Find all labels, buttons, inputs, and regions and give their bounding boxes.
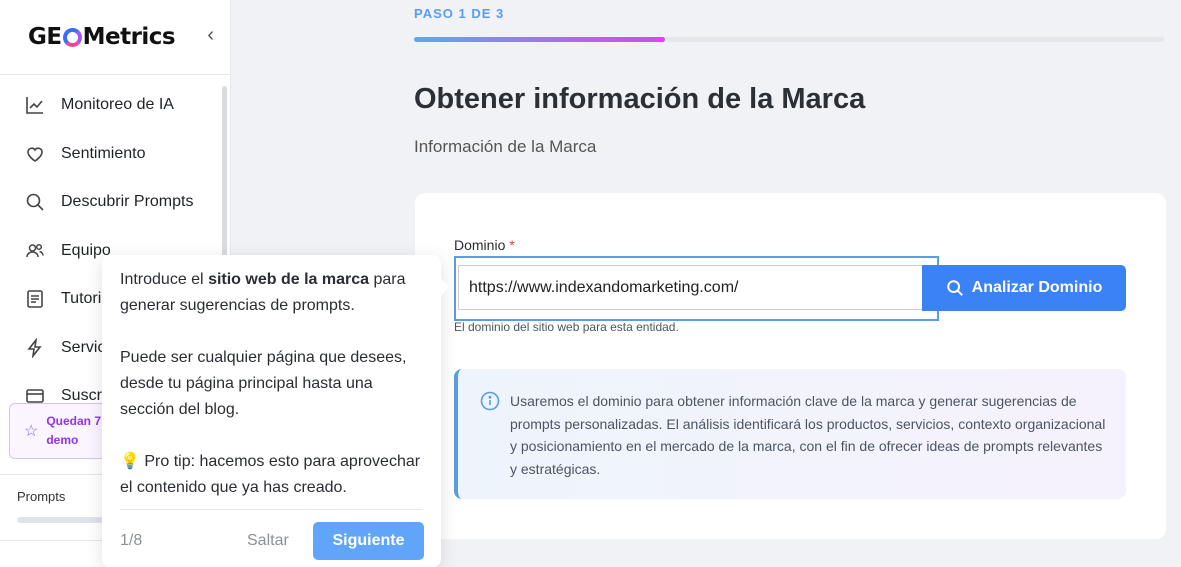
analyze-button-label: Analizar Dominio xyxy=(971,279,1103,296)
users-icon xyxy=(25,241,45,261)
domain-field-label: Dominio * xyxy=(454,237,515,253)
page-title: Obtener información de la Marca xyxy=(414,83,866,115)
bolt-icon xyxy=(25,337,45,358)
info-callout: Usaremos el dominio para obtener informa… xyxy=(454,369,1126,499)
app-logo[interactable]: GE Metrics xyxy=(28,24,176,50)
logo-o-icon xyxy=(62,27,82,47)
sidebar-item-label: Servic xyxy=(61,338,106,356)
info-text: Usaremos el dominio para obtener informa… xyxy=(510,393,1106,477)
divider xyxy=(120,509,423,510)
sidebar-item-label: Sentimiento xyxy=(61,144,146,162)
next-step-button[interactable]: Siguiente xyxy=(313,522,424,560)
tooltip-paragraph-1: Introduce el sitio web de la marca para … xyxy=(120,267,425,319)
tooltip-bold-text: sitio web de la marca xyxy=(208,271,370,288)
logo-text-right: Metrics xyxy=(82,24,176,50)
sidebar-item-label: Monitoreo de IA xyxy=(61,96,174,114)
search-icon xyxy=(946,280,963,296)
tooltip-text: Introduce el xyxy=(120,271,209,288)
tour-step-counter: 1/8 xyxy=(120,532,143,549)
step-indicator: PASO 1 DE 3 xyxy=(414,6,505,21)
domain-input[interactable] xyxy=(458,265,924,310)
document-icon xyxy=(25,289,45,309)
step-progress-fill xyxy=(414,37,665,42)
logo-row: GE Metrics ‹ xyxy=(0,0,230,75)
page-subtitle: Información de la Marca xyxy=(414,137,597,156)
onboarding-tooltip: Introduce el sitio web de la marca para … xyxy=(102,255,441,567)
tooltip-body: Introduce el sitio web de la marca para … xyxy=(120,267,425,501)
sidebar-item-sentimiento[interactable]: Sentimiento xyxy=(0,130,230,179)
chevron-left-icon[interactable]: ‹ xyxy=(207,24,214,47)
prompts-usage-bar xyxy=(17,517,107,523)
prompts-usage-label: Prompts xyxy=(17,489,66,504)
trending-chart-icon xyxy=(25,95,45,115)
tooltip-paragraph-3: 💡 Pro tip: hacemos esto para aprovechar … xyxy=(120,449,425,501)
sidebar-item-label: Descubrir Prompts xyxy=(61,193,194,211)
skip-tour-button[interactable]: Saltar xyxy=(247,532,289,550)
tooltip-paragraph-2: Puede ser cualquier página que desees, d… xyxy=(120,349,407,418)
analyze-domain-button[interactable]: Analizar Dominio xyxy=(922,265,1126,311)
search-icon xyxy=(25,192,45,212)
demo-line-2: demo xyxy=(46,433,79,447)
step-progress-bar xyxy=(414,37,1164,42)
info-icon xyxy=(480,391,500,411)
logo-text-left: GE xyxy=(28,24,62,50)
heart-icon xyxy=(25,144,45,164)
demo-line-1: Quedan 7 xyxy=(46,414,102,428)
domain-helper-text: El dominio del sitio web para esta entid… xyxy=(454,320,679,334)
sidebar-item-label: Tutori xyxy=(61,290,102,308)
required-marker: * xyxy=(509,237,515,253)
sidebar-item-monitoreo[interactable]: Monitoreo de IA xyxy=(0,81,230,130)
sidebar-item-descubrir-prompts[interactable]: Descubrir Prompts xyxy=(0,178,230,227)
tooltip-text: Pro tip: hacemos esto para aprovechar el… xyxy=(120,453,421,496)
domain-label-text: Dominio xyxy=(454,237,506,253)
brand-form-card: Dominio* Analizar Dominio El dominio del… xyxy=(415,193,1166,539)
star-icon: ☆ xyxy=(24,423,39,440)
lightbulb-icon: 💡 xyxy=(120,453,140,470)
